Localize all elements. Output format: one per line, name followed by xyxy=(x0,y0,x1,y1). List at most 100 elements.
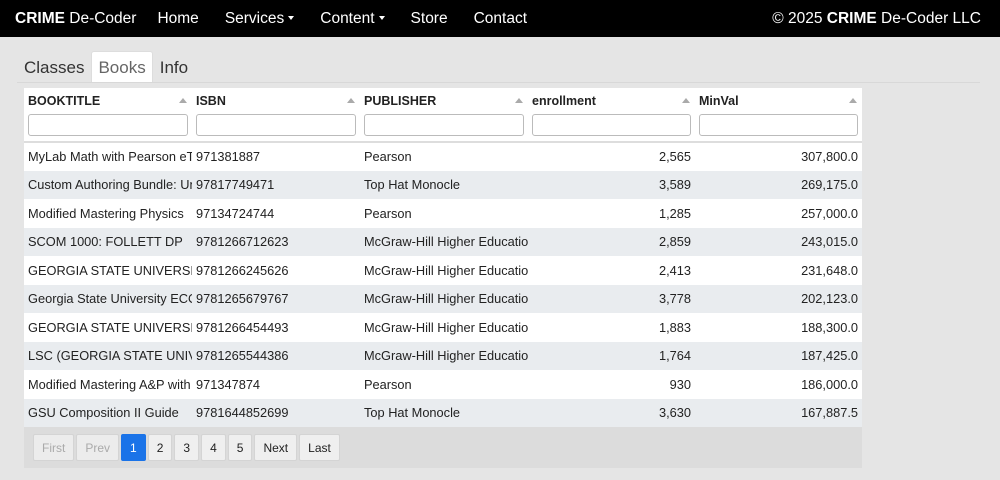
cell-booktitle: GSU Composition II Guide xyxy=(24,398,192,427)
cell-booktitle: MyLab Math with Pearson eText xyxy=(24,142,192,171)
tab-divider xyxy=(17,82,980,83)
cell-booktitle: GEORGIA STATE UNIVERSITY xyxy=(24,256,192,285)
chevron-down-icon xyxy=(378,16,385,21)
table-row[interactable]: SCOM 1000: FOLLETT DP 9781266712623 McGraw… xyxy=(24,227,862,256)
brand-logo[interactable]: CRIME De-Coder xyxy=(15,10,136,28)
cell-enrollment: 1,285 xyxy=(528,199,695,228)
cell-minval: 243,015.0 xyxy=(695,227,862,256)
last-page-button[interactable]: Last xyxy=(299,434,340,461)
tab-info[interactable]: Info xyxy=(153,51,195,83)
cell-minval: 202,123.0 xyxy=(695,284,862,313)
cell-isbn: 97134724744 xyxy=(192,199,360,228)
page-button-5[interactable]: 5 xyxy=(227,434,253,461)
page-button-2[interactable]: 2 xyxy=(147,434,173,461)
sort-icon xyxy=(682,98,690,103)
cell-enrollment: 1,883 xyxy=(528,313,695,342)
nav-contact[interactable]: Contact xyxy=(474,10,527,28)
first-page-button[interactable]: First xyxy=(33,434,75,461)
table-row[interactable]: MyLab Math with Pearson eText 971381887 Pe… xyxy=(24,142,862,171)
cell-isbn: 9781265679767 xyxy=(192,284,360,313)
table-row[interactable]: Georgia State University ECON 97812656797… xyxy=(24,284,862,313)
cell-enrollment: 2,565 xyxy=(528,142,695,171)
cell-enrollment: 3,778 xyxy=(528,284,695,313)
sort-icon xyxy=(849,98,857,103)
table-row[interactable]: LSC (GEORGIA STATE UNIVERSITY)9781265544… xyxy=(24,341,862,370)
filter-input-minval[interactable] xyxy=(699,114,858,136)
table-row[interactable]: Modified Mastering A&P with 971347874 Pear… xyxy=(24,370,862,399)
filter-input-enrollment[interactable] xyxy=(532,114,691,136)
cell-isbn: 97817749471 xyxy=(192,170,360,199)
cell-publisher: McGraw-Hill Higher Education xyxy=(360,284,528,313)
cell-minval: 231,648.0 xyxy=(695,256,862,285)
table-row[interactable]: GSU Composition II Guide 9781644852699 Top… xyxy=(24,398,862,427)
cell-enrollment: 3,630 xyxy=(528,398,695,427)
table-row[interactable]: GEORGIA STATE UNIVERSITY9781266454493McG… xyxy=(24,313,862,342)
column-header-minval[interactable]: MinVal xyxy=(695,88,862,114)
pagination: First Prev 1 2 3 4 5 Next Last xyxy=(24,427,862,468)
nav-store[interactable]: Store xyxy=(411,10,448,28)
table-row[interactable]: GEORGIA STATE UNIVERSITY9781266245626McG… xyxy=(24,256,862,285)
cell-publisher: Pearson xyxy=(360,142,528,171)
cell-isbn: 9781644852699 xyxy=(192,398,360,427)
cell-minval: 188,300.0 xyxy=(695,313,862,342)
next-page-button[interactable]: Next xyxy=(254,434,298,461)
tab-books[interactable]: Books xyxy=(91,51,153,83)
cell-booktitle: Custom Authoring Bundle: Unlimited xyxy=(24,170,192,199)
cell-publisher: McGraw-Hill Higher Education xyxy=(360,256,528,285)
copyright-text: © 2025 CRIME De-Coder LLC xyxy=(772,9,981,27)
cell-isbn: 9781265544386 xyxy=(192,341,360,370)
tab-classes[interactable]: Classes xyxy=(17,51,91,83)
nav-content-dropdown[interactable]: Content xyxy=(320,10,385,28)
header-row: BOOKTITLE ISBN PUBLISHER enrollment MinV… xyxy=(24,88,862,114)
cell-minval: 187,425.0 xyxy=(695,341,862,370)
cell-publisher: McGraw-Hill Higher Education xyxy=(360,227,528,256)
prev-page-button[interactable]: Prev xyxy=(76,434,120,461)
page-button-1[interactable]: 1 xyxy=(121,434,146,461)
column-header-publisher[interactable]: PUBLISHER xyxy=(360,88,528,114)
cell-booktitle: SCOM 1000: FOLLETT DP xyxy=(24,227,192,256)
sort-icon xyxy=(179,98,187,103)
tab-bar: Classes Books Info xyxy=(17,51,195,83)
cell-enrollment: 930 xyxy=(528,370,695,399)
cell-booktitle: Georgia State University ECON xyxy=(24,284,192,313)
cell-isbn: 971347874 xyxy=(192,370,360,399)
cell-isbn: 9781266454493 xyxy=(192,313,360,342)
books-table: BOOKTITLE ISBN PUBLISHER enrollment MinV… xyxy=(24,88,862,427)
column-header-booktitle[interactable]: BOOKTITLE xyxy=(24,88,192,114)
cell-publisher: Pearson xyxy=(360,370,528,399)
cell-booktitle: GEORGIA STATE UNIVERSITY xyxy=(24,313,192,342)
sort-icon xyxy=(515,98,523,103)
cell-booktitle: Modified Mastering A&P with xyxy=(24,370,192,399)
cell-publisher: McGraw-Hill Higher Education xyxy=(360,313,528,342)
filter-input-isbn[interactable] xyxy=(196,114,356,136)
page-button-3[interactable]: 3 xyxy=(174,434,200,461)
cell-booktitle: Modified Mastering Physics xyxy=(24,199,192,228)
nav-home[interactable]: Home xyxy=(157,10,198,28)
filter-input-booktitle[interactable] xyxy=(28,114,188,136)
nav-services-dropdown[interactable]: Services xyxy=(225,10,295,28)
sort-icon xyxy=(347,98,355,103)
chevron-down-icon xyxy=(288,16,295,21)
cell-minval: 167,887.5 xyxy=(695,398,862,427)
cell-publisher: Top Hat Monocle xyxy=(360,398,528,427)
cell-enrollment: 2,413 xyxy=(528,256,695,285)
cell-publisher: McGraw-Hill Higher Education xyxy=(360,341,528,370)
cell-publisher: Pearson xyxy=(360,199,528,228)
column-header-enrollment[interactable]: enrollment xyxy=(528,88,695,114)
top-navbar: CRIME De-Coder Home Services Content Sto… xyxy=(0,0,1000,37)
filter-input-publisher[interactable] xyxy=(364,114,524,136)
cell-minval: 307,800.0 xyxy=(695,142,862,171)
cell-minval: 186,000.0 xyxy=(695,370,862,399)
cell-enrollment: 1,764 xyxy=(528,341,695,370)
table-row[interactable]: Modified Mastering Physics 97134724744 Pea… xyxy=(24,199,862,228)
cell-isbn: 971381887 xyxy=(192,142,360,171)
page-button-4[interactable]: 4 xyxy=(201,434,226,461)
column-header-isbn[interactable]: ISBN xyxy=(192,88,360,114)
table-row[interactable]: Custom Authoring Bundle: Unlimited978177… xyxy=(24,170,862,199)
cell-isbn: 9781266245626 xyxy=(192,256,360,285)
cell-publisher: Top Hat Monocle xyxy=(360,170,528,199)
cell-minval: 269,175.0 xyxy=(695,170,862,199)
cell-enrollment: 2,859 xyxy=(528,227,695,256)
filter-row xyxy=(24,114,862,143)
cell-enrollment: 3,589 xyxy=(528,170,695,199)
